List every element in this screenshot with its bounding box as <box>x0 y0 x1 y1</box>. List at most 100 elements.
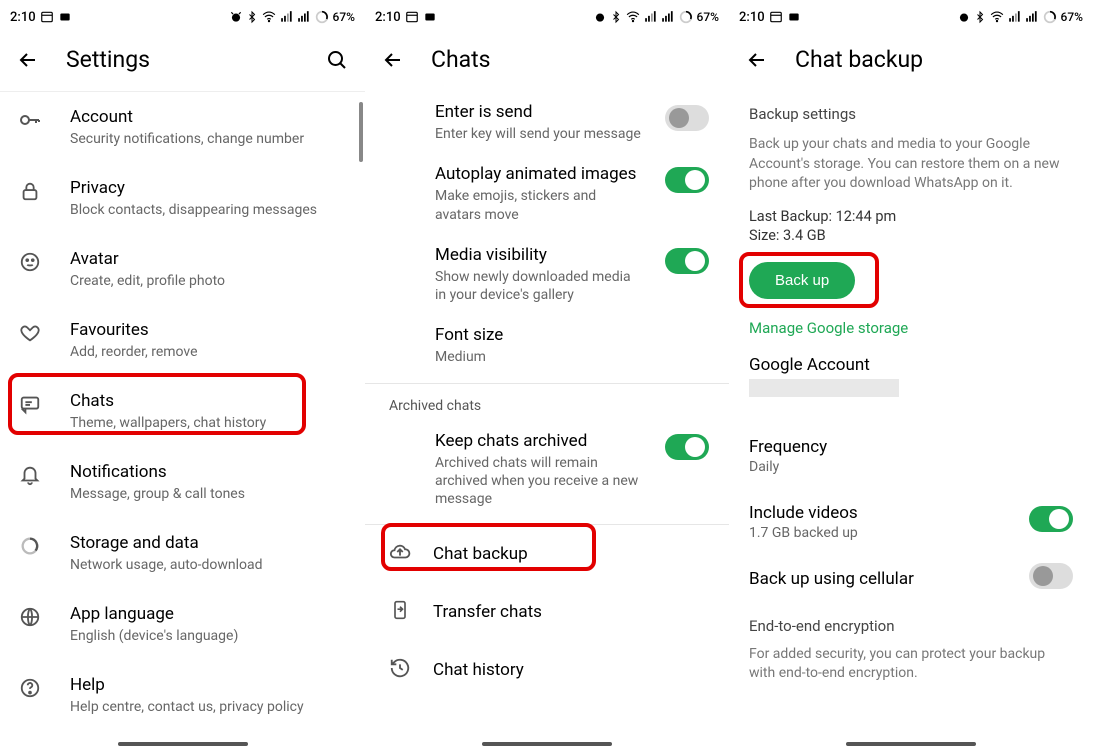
avatar-face-icon <box>18 250 42 274</box>
back-icon[interactable] <box>16 48 40 72</box>
toggle-autoplay[interactable] <box>665 167 709 193</box>
signal2-icon <box>1025 10 1039 24</box>
settings-item-privacy[interactable]: Privacy Block contacts, disappearing mes… <box>0 163 365 234</box>
transfer-icon <box>389 599 411 625</box>
globe-icon <box>18 605 42 629</box>
phone-screen-settings: 2:10 67% Settings <box>0 0 365 750</box>
item-title: Transfer chats <box>433 602 542 622</box>
toggle-cellular[interactable] <box>1029 563 1073 589</box>
item-sub: Block contacts, disappearing messages <box>70 201 349 220</box>
scrollbar[interactable] <box>359 102 363 162</box>
setting-media-visibility[interactable]: Media visibility Show newly downloaded m… <box>365 234 729 314</box>
setting-transfer-chats[interactable]: Transfer chats <box>365 583 729 641</box>
item-sub: English (device's language) <box>70 627 349 646</box>
status-battery: 67% <box>333 10 355 24</box>
setting-keep-archived[interactable]: Keep chats archived Archived chats will … <box>365 420 729 519</box>
encryption-heading: End-to-end encryption <box>749 617 1073 635</box>
item-sub: Help centre, contact us, privacy policy <box>70 698 349 717</box>
toggle-keep-archived[interactable] <box>665 434 709 460</box>
status-bar: 2:10 67% <box>0 0 365 28</box>
frequency-row[interactable]: Frequency Daily <box>749 427 1073 475</box>
item-sub: Show newly downloaded media in your devi… <box>435 268 645 304</box>
status-battery: 67% <box>697 10 719 24</box>
page-title: Chat backup <box>795 46 1077 73</box>
nav-handle[interactable] <box>846 742 976 746</box>
page-title: Chats <box>431 46 713 73</box>
item-title: Chat history <box>433 660 524 680</box>
section-archived: Archived chats <box>365 384 729 420</box>
settings-item-notifications[interactable]: Notifications Message, group & call tone… <box>0 447 365 518</box>
battery-ring-icon <box>678 9 694 25</box>
setting-chat-history[interactable]: Chat history <box>365 641 729 699</box>
alarm-icon <box>229 10 243 24</box>
signal2-icon <box>297 10 311 24</box>
nav-handle[interactable] <box>118 742 248 746</box>
search-icon[interactable] <box>325 48 349 72</box>
phone-screen-chat-backup: 2:10 67% Chat backup Backup settings Bac… <box>729 0 1093 750</box>
item-sub: Network usage, auto-download <box>70 556 349 575</box>
settings-item-storage[interactable]: Storage and data Network usage, auto-dow… <box>0 518 365 589</box>
app-bar-backup: Chat backup <box>729 28 1093 91</box>
item-title: Enter is send <box>435 101 645 123</box>
newspaper-icon <box>769 10 783 24</box>
bell-icon <box>18 463 42 487</box>
chats-settings-list[interactable]: Enter is send Enter key will send your m… <box>365 91 729 699</box>
manage-storage-link[interactable]: Manage Google storage <box>749 319 1073 337</box>
highlight-chats <box>8 373 306 435</box>
item-title: Storage and data <box>70 532 349 554</box>
toggle-include-videos[interactable] <box>1029 506 1073 532</box>
settings-item-help[interactable]: Help Help centre, contact us, privacy po… <box>0 660 365 731</box>
setting-enter-is-send[interactable]: Enter is send Enter key will send your m… <box>365 91 729 153</box>
toggle-enter-is-send[interactable] <box>665 105 709 131</box>
app-bar-settings: Settings <box>0 28 365 91</box>
settings-item-favourites[interactable]: Favourites Add, reorder, remove <box>0 305 365 376</box>
item-sub: Make emojis, stickers and avatars move <box>435 187 645 223</box>
item-title: Font size <box>435 324 703 346</box>
include-videos-sub: 1.7 GB backed up <box>749 525 1029 541</box>
item-title: Notifications <box>70 461 349 483</box>
item-sub: Create, edit, profile photo <box>70 272 349 291</box>
item-title: Media visibility <box>435 244 645 266</box>
cellular-title: Back up using cellular <box>749 569 1029 589</box>
frequency-title: Frequency <box>749 437 1073 457</box>
item-sub: Add, reorder, remove <box>70 343 349 362</box>
back-icon[interactable] <box>381 48 405 72</box>
back-icon[interactable] <box>745 48 769 72</box>
settings-list[interactable]: Account Security notifications, change n… <box>0 91 365 741</box>
newspaper-icon <box>40 10 54 24</box>
setting-font-size[interactable]: Font size Medium <box>365 314 729 376</box>
lock-icon <box>18 179 42 203</box>
item-title: Help <box>70 674 349 696</box>
page-title: Settings <box>66 46 299 73</box>
newspaper-icon <box>405 10 419 24</box>
heart-icon <box>18 321 42 345</box>
signal-icon <box>644 10 658 24</box>
settings-item-avatar[interactable]: Avatar Create, edit, profile photo <box>0 234 365 305</box>
signal-icon <box>1008 10 1022 24</box>
cellular-row[interactable]: Back up using cellular <box>749 559 1073 589</box>
highlight-backup-button <box>739 252 879 308</box>
nav-handle[interactable] <box>482 742 612 746</box>
status-bar: 2:10 67% <box>365 0 729 28</box>
include-videos-row[interactable]: Include videos 1.7 GB backed up <box>749 493 1073 541</box>
item-title: Keep chats archived <box>435 430 645 452</box>
bluetooth-icon <box>246 10 258 24</box>
card-icon <box>58 10 72 24</box>
battery-ring-icon <box>314 9 330 25</box>
setting-autoplay[interactable]: Autoplay animated images Make emojis, st… <box>365 153 729 233</box>
help-icon <box>18 676 42 700</box>
bluetooth-icon <box>974 10 986 24</box>
google-account-row[interactable]: Google Account <box>749 355 1073 401</box>
history-icon <box>389 657 411 683</box>
app-bar-chats: Chats <box>365 28 729 91</box>
toggle-media-visibility[interactable] <box>665 248 709 274</box>
settings-item-language[interactable]: App language English (device's language) <box>0 589 365 660</box>
google-account-title: Google Account <box>749 355 1073 375</box>
data-usage-icon <box>18 534 42 558</box>
item-sub: Enter key will send your message <box>435 125 645 143</box>
backup-content[interactable]: Backup settings Back up your chats and m… <box>729 105 1093 684</box>
item-sub: Message, group & call tones <box>70 485 349 504</box>
item-title: App language <box>70 603 349 625</box>
status-time: 2:10 <box>10 10 36 25</box>
settings-item-account[interactable]: Account Security notifications, change n… <box>0 92 365 163</box>
